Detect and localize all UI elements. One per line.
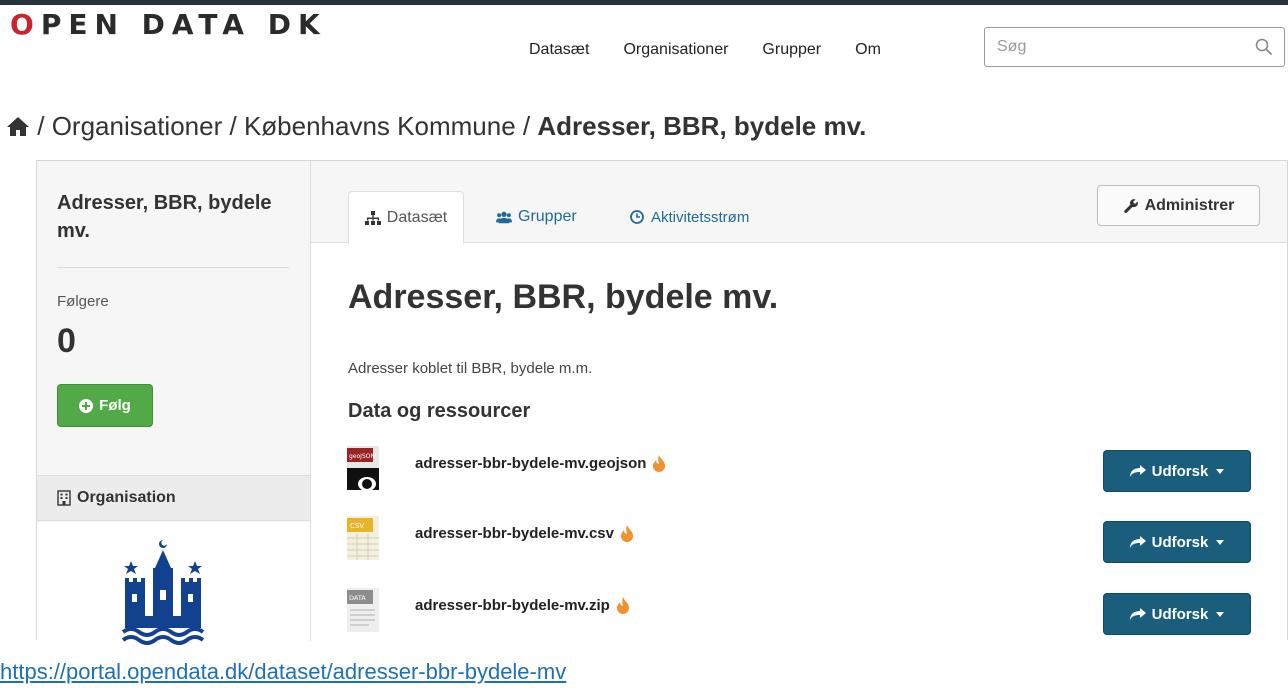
breadcrumb-separator: / (522, 111, 531, 141)
sidebar: Adresser, BBR, bydele mv. Følgere 0 Følg… (37, 161, 311, 645)
search-input[interactable] (997, 36, 1237, 58)
breadcrumb-separator: / (37, 111, 45, 141)
users-icon (496, 211, 512, 224)
logo-text: PEN DATA DK (40, 8, 327, 41)
resource-name: adresser-bbr-bydele-mv.geojson (415, 454, 647, 472)
resource-name: adresser-bbr-bydele-mv.csv (415, 524, 614, 542)
nav-item-about[interactable]: Om (855, 38, 881, 62)
tab-groups-label: Grupper (518, 208, 577, 225)
dataset-title: Adresser, BBR, bydele mv. (348, 278, 779, 316)
site-logo[interactable]: OPEN DATA DK (10, 8, 327, 42)
tab-groups[interactable]: Grupper (496, 191, 577, 243)
resource-link[interactable]: adresser-bbr-bydele-mv.zip (415, 596, 630, 614)
dataset-description: Adresser koblet til BBR, bydele m.m. (348, 360, 593, 377)
tab-datasets-label: Datasæt (386, 208, 448, 226)
explore-button-label: Udforsk (1151, 533, 1209, 551)
caret-down-icon (1216, 539, 1225, 545)
search-icon[interactable] (1254, 37, 1274, 57)
tab-activity-stream[interactable]: Aktivitetsstrøm (629, 191, 749, 243)
share-icon (1129, 536, 1146, 548)
content-panel: Adresser, BBR, bydele mv. Følgere 0 Følg… (36, 160, 1288, 645)
explore-button[interactable]: Udforsk (1103, 593, 1251, 635)
caret-down-icon (1216, 611, 1225, 617)
tab-bar: Datasæt Grupper Aktivitetsstrøm Administ… (311, 161, 1287, 244)
breadcrumb-organization[interactable]: Københavns Kommune (244, 111, 516, 141)
nav-item-groups[interactable]: Grupper (762, 38, 821, 62)
search-box (984, 27, 1285, 67)
plus-circle-icon (79, 398, 94, 413)
main-content: Datasæt Grupper Aktivitetsstrøm Administ… (311, 161, 1287, 641)
svg-text:DATA: DATA (349, 594, 366, 602)
source-url-link[interactable]: https://portal.opendata.dk/dataset/adres… (0, 659, 566, 685)
explore-button-label: Udforsk (1151, 605, 1209, 623)
copenhagen-crest-logo[interactable] (117, 538, 209, 646)
sidebar-title: Adresser, BBR, bydele mv. (57, 192, 272, 242)
organization-header: Organisation (37, 475, 310, 521)
sitemap-icon (364, 210, 381, 225)
tab-activity-stream-label: Aktivitetsstrøm (651, 208, 750, 226)
resources-heading: Data og ressourcer (348, 400, 531, 422)
explore-button[interactable]: Udforsk (1103, 521, 1251, 563)
share-icon (1129, 608, 1146, 620)
resource-link[interactable]: adresser-bbr-bydele-mv.csv (415, 524, 634, 542)
breadcrumb: / Organisationer / Københavns Kommune / … (6, 108, 866, 144)
main-nav: Datasæt Organisationer Grupper Om (529, 38, 915, 62)
resource-item: geoJSON adresser-bbr-bydele-mv.geojson U… (347, 446, 1257, 498)
resource-link[interactable]: adresser-bbr-bydele-mv.geojson (415, 454, 666, 472)
geojson-file-icon[interactable]: geoJSON (347, 446, 379, 490)
caret-down-icon (1216, 468, 1225, 474)
sidebar-divider (57, 267, 289, 268)
administer-button-label: Administrer (1144, 196, 1235, 214)
administer-button[interactable]: Administrer (1097, 185, 1260, 226)
breadcrumb-current: Adresser, BBR, bydele mv. (537, 111, 867, 141)
top-bar (0, 0, 1288, 5)
svg-text:geoJSON: geoJSON (349, 453, 375, 460)
flame-icon (616, 597, 629, 614)
followers-label: Følgere (57, 293, 109, 310)
svg-text:CSV: CSV (350, 522, 364, 530)
breadcrumb-separator: / (229, 111, 237, 141)
explore-button-label: Udforsk (1151, 462, 1209, 480)
share-icon (1129, 465, 1146, 477)
resource-name: adresser-bbr-bydele-mv.zip (415, 596, 610, 614)
tab-datasets[interactable]: Datasæt (348, 191, 464, 244)
flame-icon (620, 525, 633, 542)
wrench-icon (1123, 198, 1138, 213)
data-file-icon[interactable]: DATA (347, 588, 379, 632)
explore-button[interactable]: Udforsk (1103, 450, 1251, 492)
organization-header-label: Organisation (77, 489, 176, 506)
nav-item-organizations[interactable]: Organisationer (623, 38, 728, 62)
nav-item-datasets[interactable]: Datasæt (529, 38, 589, 62)
organization-body (37, 522, 310, 645)
breadcrumb-organizations[interactable]: Organisationer (52, 111, 223, 141)
followers-count: 0 (57, 322, 76, 360)
clock-icon (630, 210, 644, 224)
home-icon[interactable] (6, 115, 30, 137)
csv-file-icon[interactable]: CSV (347, 516, 379, 560)
resource-item: DATA adresser-bbr-bydele-mv.zip Udforsk (347, 588, 1257, 640)
building-icon (57, 490, 71, 506)
logo-first-letter: O (10, 8, 41, 41)
flame-icon (653, 455, 666, 472)
resource-item: CSV adresser-bbr-bydele-mv.csv Udforsk (347, 516, 1257, 568)
follow-button[interactable]: Følg (57, 384, 153, 427)
follow-button-label: Følg (99, 397, 131, 414)
